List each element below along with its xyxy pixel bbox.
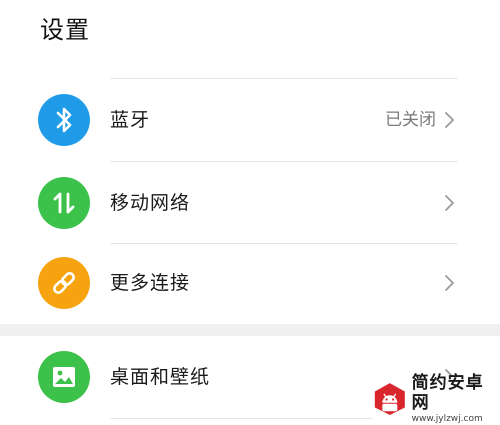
setting-item-more-connections[interactable]: 更多连接 <box>0 242 500 324</box>
setting-label: 更多连接 <box>110 272 191 294</box>
bluetooth-status: 已关闭 <box>385 110 436 130</box>
chevron-right-icon <box>445 112 454 128</box>
setting-item-mobile-network[interactable]: 移动网络 <box>0 162 500 244</box>
setting-item-bluetooth[interactable]: 蓝牙 已关闭 <box>0 79 500 161</box>
mobile-data-icon <box>38 177 90 229</box>
chevron-right-icon <box>445 195 454 211</box>
bluetooth-icon <box>38 94 90 146</box>
setting-label: 移动网络 <box>110 192 191 214</box>
setting-label: 蓝牙 <box>110 109 151 131</box>
chevron-right-icon <box>445 275 454 291</box>
setting-label: 桌面和壁纸 <box>110 366 211 388</box>
connections-section: 蓝牙 已关闭 移动网络 更多连接 <box>0 78 500 324</box>
link-icon <box>38 257 90 309</box>
watermark-url: www.jylzwj.com <box>411 414 483 424</box>
watermark-title: 简约安卓网 <box>411 373 484 413</box>
android-logo <box>374 383 405 415</box>
page-title: 设置 <box>40 16 90 44</box>
watermark: 简约安卓网 www.jylzwj.com <box>372 373 496 424</box>
section-separator <box>0 324 500 336</box>
image-icon <box>38 351 90 403</box>
